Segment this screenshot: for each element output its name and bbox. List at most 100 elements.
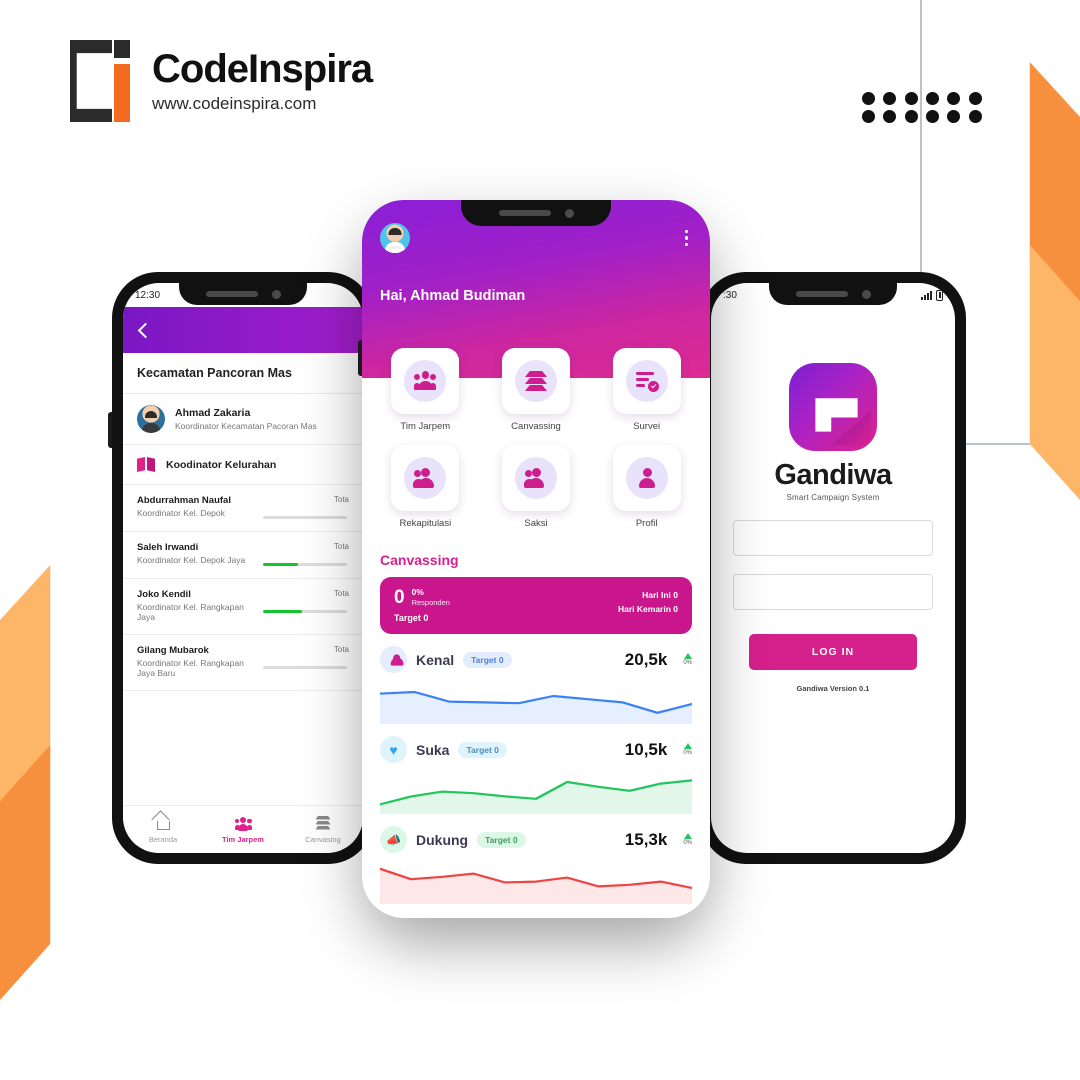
- stat-delta-pct: 0%: [683, 750, 692, 756]
- nav-label: Tim Jarpem: [222, 834, 264, 844]
- kelurahan-total-label: Tota: [333, 589, 349, 598]
- kelurahan-name: Saleh Irwandi: [137, 542, 199, 553]
- app-logo-name: Gandiwa: [774, 459, 892, 491]
- arrow-up-icon: [683, 653, 692, 659]
- progress-bar: [263, 610, 347, 613]
- phone-left-screen: 12:30 Kecamatan Pancoran Mas Ahmad Zakar…: [123, 283, 363, 853]
- canvassing-section: Canvassing 0 0% Responden Target 0 Hari …: [362, 552, 710, 918]
- greeting-text: Hai, Ahmad Budiman: [380, 288, 526, 304]
- map-icon: [137, 457, 156, 472]
- stat-target-chip: Target 0: [463, 651, 512, 668]
- kelurahan-role: Koordinator Kel. Depok Jaya: [137, 555, 246, 565]
- stat-label: Dukung: [416, 831, 469, 848]
- nav-item-tim-jarpem[interactable]: Tim Jarpem: [203, 816, 283, 844]
- page-title: Kecamatan Pancoran Mas: [123, 353, 363, 394]
- person-check-icon: [380, 646, 407, 673]
- summary-target: Target 0: [394, 613, 429, 623]
- menu-tile-card: [612, 445, 681, 511]
- layers-icon: [514, 360, 557, 402]
- menu-tile-card: [501, 348, 570, 414]
- menu-tile-label: Survei: [633, 421, 661, 432]
- menu-tile-card: [501, 445, 570, 511]
- kelurahan-role: Koordinator Kel. Depok: [137, 508, 225, 518]
- gandiwa-logo-icon: [789, 363, 877, 451]
- arrow-up-icon: [683, 743, 692, 749]
- decorative-dot-grid: [862, 92, 990, 128]
- stat-value: 10,5k: [624, 739, 668, 759]
- menu-tile-saksi[interactable]: Saksi: [491, 445, 582, 529]
- checklist-icon: [625, 360, 668, 402]
- menu-tile-tim-jarpem[interactable]: Tim Jarpem: [380, 348, 471, 432]
- section-koordinator-kelurahan: Koodinator Kelurahan: [123, 445, 363, 485]
- stat-value: 20,5k: [624, 649, 668, 669]
- home-icon: [155, 816, 172, 832]
- kelurahan-name: Gilang Mubarok: [137, 645, 209, 656]
- menu-tile-label: Tim Jarpem: [400, 421, 451, 432]
- stat-rows: Kenal Target 0 20,5k 0% ♥ Suka Target 0 10,5k 0%…: [380, 634, 692, 904]
- menu-tile-survei[interactable]: Survei: [601, 348, 692, 432]
- sparkline-chart: [380, 857, 692, 903]
- decorative-orange-shape-top-right-dark: [1029, 62, 1080, 312]
- nav-item-beranda[interactable]: Beranda: [123, 816, 203, 844]
- coordinator-name: Ahmad Zakaria: [175, 407, 251, 419]
- summary-yesterday: Hari Kemarin 0: [618, 604, 678, 615]
- people-group-icon: [404, 360, 447, 402]
- nav-item-canvasing[interactable]: Canvasing: [283, 815, 363, 844]
- section-label: Koodinator Kelurahan: [166, 458, 277, 471]
- sparkline-chart: [380, 677, 692, 723]
- version-label: Gandiwa Version 0.1: [796, 684, 870, 693]
- kelurahan-list: Abdurrahman Naufal Koordinator Kel. Depok…: [123, 485, 363, 691]
- summary-value: 0: [394, 587, 405, 608]
- menu-tile-card: [391, 348, 460, 414]
- menu-tile-rekapitulasi[interactable]: Rekapitulasi: [380, 445, 471, 529]
- kelurahan-role: Koordinator Kel. Rangkapan Jaya: [137, 602, 244, 622]
- arrow-up-icon: [683, 833, 692, 839]
- menu-tile-label: Rekapitulasi: [399, 518, 452, 529]
- password-field[interactable]: [733, 574, 933, 610]
- list-item[interactable]: Gilang Mubarok Koordinator Kel. Rangkapan…: [123, 635, 363, 691]
- status-time: :30: [723, 289, 737, 301]
- progress-bar: [263, 666, 347, 669]
- stat-delta: 0%: [683, 833, 692, 846]
- two-persons-icon: [514, 457, 557, 499]
- list-item[interactable]: Abdurrahman Naufal Koordinator Kel. Depok…: [123, 485, 363, 532]
- phone-notch: [179, 283, 307, 305]
- menu-tile-card: [391, 445, 460, 511]
- stat-delta-pct: 0%: [683, 840, 692, 846]
- layers-icon: [315, 815, 332, 832]
- coordinator-role: Koordinator Kecamatan Pacoran Mas: [175, 421, 317, 431]
- username-field[interactable]: [733, 520, 933, 556]
- phone-right: :30 Gandiwa Smart Campaign System LOG IN…: [696, 272, 966, 864]
- menu-tile-card: [612, 348, 681, 414]
- coordinator-header[interactable]: Ahmad Zakaria Koordinator Kecamatan Paco…: [123, 394, 363, 445]
- app-bar: [123, 307, 363, 353]
- progress-bar: [263, 516, 347, 519]
- avatar[interactable]: [380, 223, 410, 253]
- menu-grid: Tim Jarpem Canvassing Survei Rekapitulasi Sa…: [380, 348, 692, 529]
- menu-tile-label: Saksi: [524, 518, 548, 529]
- signal-bars-icon: [921, 290, 932, 300]
- chevron-left-icon[interactable]: [137, 322, 154, 338]
- nav-label: Beranda: [148, 834, 178, 844]
- list-item[interactable]: Joko Kendil Koordinator Kel. Rangkapan Ja…: [123, 579, 363, 635]
- menu-tile-profil[interactable]: Profil: [601, 445, 692, 529]
- app-tagline: Smart Campaign System: [786, 493, 880, 502]
- phone-notch: [461, 200, 611, 226]
- list-item[interactable]: Saleh Irwandi Koordinator Kel. Depok Jaya…: [123, 532, 363, 579]
- menu-tile-canvassing[interactable]: Canvassing: [491, 348, 582, 432]
- stat-delta: 0%: [683, 743, 692, 756]
- kelurahan-total-label: Tota: [333, 542, 349, 551]
- kelurahan-name: Joko Kendil: [137, 589, 191, 600]
- stat-row-dukung[interactable]: 📣 Dukung Target 0 15,3k 0%: [380, 814, 692, 904]
- summary-percent: 0%: [411, 587, 424, 597]
- menu-tile-label: Profil: [635, 518, 658, 529]
- sparkline-chart: [380, 767, 692, 813]
- kebab-menu-icon[interactable]: [681, 226, 692, 250]
- login-button[interactable]: LOG IN: [749, 634, 917, 670]
- megaphone-icon: 📣: [380, 826, 407, 853]
- battery-icon: [936, 289, 943, 301]
- stat-row-suka[interactable]: ♥ Suka Target 0 10,5k 0%: [380, 724, 692, 814]
- stat-label: Kenal: [416, 651, 455, 668]
- stat-row-kenal[interactable]: Kenal Target 0 20,5k 0%: [380, 634, 692, 724]
- canvassing-summary-card[interactable]: 0 0% Responden Target 0 Hari Ini 0 Hari …: [380, 577, 692, 634]
